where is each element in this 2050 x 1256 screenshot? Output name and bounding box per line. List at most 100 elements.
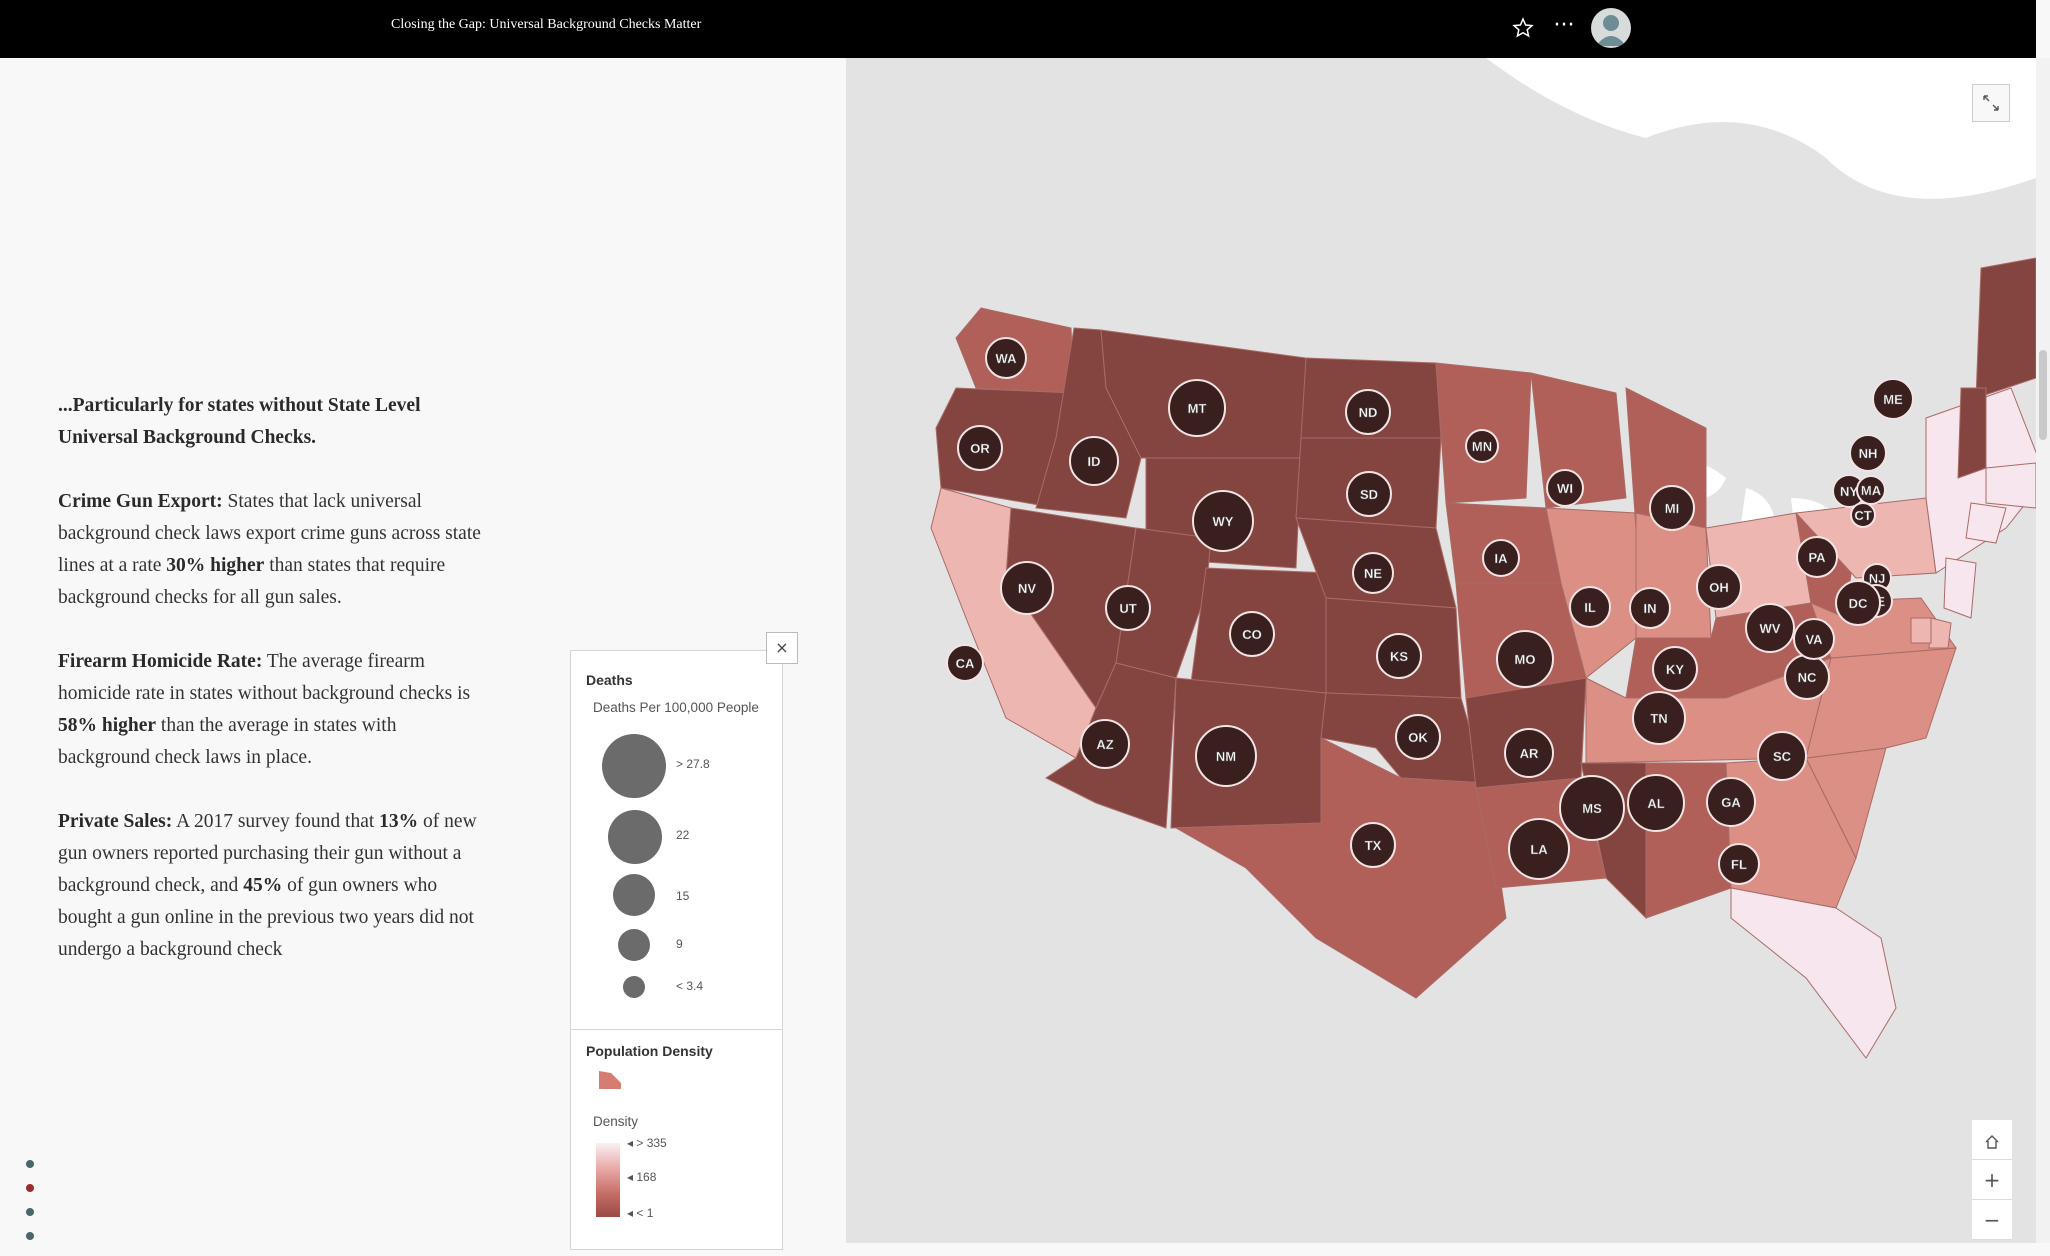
deaths-legend-title: Deaths [586, 672, 633, 688]
map-legend: Deaths Deaths Per 100,000 People > 27.8 … [570, 650, 783, 1250]
avatar[interactable] [1591, 8, 1631, 48]
state-label: MI [1665, 501, 1679, 516]
size-label: 15 [676, 889, 690, 903]
state-label: CA [956, 656, 975, 671]
deaths-legend-subtitle: Deaths Per 100,000 People [593, 700, 759, 715]
state-de[interactable] [1928, 617, 1952, 649]
state-label: IA [1495, 551, 1509, 566]
state-label: WA [996, 351, 1018, 366]
density-title: Density [593, 1114, 639, 1129]
state-label: NH [1859, 446, 1878, 461]
state-label: OH [1709, 580, 1729, 595]
slide-navigation [26, 1160, 34, 1256]
narrative-homicide-rate: Firearm Homicide Rate: The average firea… [58, 651, 471, 768]
state-label: CO [1242, 627, 1262, 642]
nav-dot[interactable] [26, 1232, 34, 1240]
size-symbol-small [623, 976, 645, 998]
size-symbol [613, 874, 655, 916]
density-layer-title: Population Density [586, 1043, 713, 1059]
state-label: NE [1364, 566, 1382, 581]
state-label: SD [1360, 487, 1378, 502]
narrative-lead: ...Particularly for states without State… [58, 395, 421, 448]
star-icon[interactable] [1510, 15, 1536, 41]
state-dc[interactable] [1910, 617, 1932, 644]
state-label: DC [1849, 596, 1868, 611]
page-scrollbar[interactable] [2036, 58, 2050, 1243]
state-label: NM [1216, 749, 1236, 764]
more-options-icon[interactable]: ··· [1550, 15, 1578, 41]
state-label: OR [970, 441, 990, 456]
size-label: 22 [676, 828, 690, 842]
nav-dot-active[interactable] [26, 1184, 34, 1192]
state-label: WV [1760, 621, 1781, 636]
expand-icon [1983, 95, 1999, 111]
state-label: MS [1582, 801, 1602, 816]
state-label: FL [1731, 857, 1747, 872]
state-label: AL [1647, 796, 1664, 811]
state-label: NJ [1869, 571, 1886, 586]
ramp-label-mid: ◂ 168 [627, 1170, 657, 1184]
state-label: MT [1188, 401, 1207, 416]
scrollbar-thumb[interactable] [2039, 350, 2047, 440]
size-symbol-large [602, 734, 666, 798]
state-label: ME [1883, 392, 1903, 407]
ramp-label-low: ◂ < 1 [627, 1206, 654, 1220]
map-canvas[interactable]: WA OR CA ID NV MT WY UT AZ CO NM ND SD NE KS OK TX MN IA MO… [846, 58, 2036, 1243]
home-button[interactable] [1972, 1120, 2012, 1160]
state-label: WY [1213, 514, 1234, 529]
state-label: VA [1805, 632, 1823, 647]
state-label: KS [1390, 649, 1408, 664]
zoom-out-button[interactable]: − [1972, 1200, 2012, 1240]
state-label: NY [1840, 484, 1858, 499]
legend-divider [571, 1029, 782, 1030]
state-nh[interactable] [1957, 387, 1987, 479]
story-title: Closing the Gap: Universal Background Ch… [391, 17, 702, 32]
map-view[interactable]: WA OR CA ID NV MT WY UT AZ CO NM ND SD NE KS OK TX MN IA MO… [846, 58, 2036, 1243]
state-label: UT [1119, 601, 1136, 616]
ramp-label-high: ◂ > 335 [627, 1136, 667, 1150]
home-icon [1985, 1134, 1999, 1149]
state-label: WI [1557, 481, 1573, 496]
nav-dot[interactable] [26, 1160, 34, 1168]
state-label: CT [1854, 508, 1871, 523]
state-label: IL [1584, 600, 1596, 615]
hudson-bay-water [1486, 58, 2036, 199]
narrative-panel: ...Particularly for states without State… [58, 390, 488, 998]
narrative-private-sales: Private Sales: A 2017 survey found that … [58, 811, 477, 960]
state-label: SC [1773, 749, 1792, 764]
state-fl[interactable] [1730, 887, 1897, 1059]
state-label: ND [1359, 405, 1378, 420]
state-label: MN [1472, 439, 1492, 454]
state-ma[interactable] [1985, 462, 2036, 509]
state-label: MA [1861, 483, 1882, 498]
state-label: KY [1666, 662, 1684, 677]
state-ct[interactable] [1965, 502, 2007, 544]
state-label: ID [1088, 454, 1101, 469]
zoom-in-button[interactable]: + [1972, 1160, 2012, 1200]
density-color-ramp [596, 1143, 620, 1217]
narrative-crime-gun-export: Crime Gun Export: States that lack unive… [58, 491, 481, 608]
state-label: OK [1408, 730, 1428, 745]
size-symbol [618, 929, 650, 961]
state-label: GA [1721, 795, 1741, 810]
state-label: AR [1520, 746, 1539, 761]
state-label: LA [1530, 842, 1548, 857]
size-label: > 27.8 [676, 757, 710, 771]
state-label: TX [1365, 838, 1382, 853]
size-label: 9 [676, 937, 683, 951]
state-label: PA [1808, 550, 1826, 565]
fullscreen-button[interactable] [1972, 84, 2010, 122]
state-label: MO [1515, 652, 1536, 667]
state-label: AZ [1096, 737, 1113, 752]
nav-dot[interactable] [26, 1208, 34, 1216]
app-header: Closing the Gap: Universal Background Ch… [0, 0, 2036, 58]
state-label: TN [1650, 711, 1667, 726]
state-label: NV [1018, 581, 1036, 596]
state-label: IN [1644, 601, 1657, 616]
state-me[interactable] [1975, 257, 2036, 399]
map-controls: + − [1972, 1120, 2012, 1240]
state-nj[interactable] [1943, 557, 1977, 619]
size-label: < 3.4 [676, 979, 704, 993]
state-label: NC [1798, 670, 1817, 685]
legend-close-button[interactable]: × [766, 632, 798, 664]
